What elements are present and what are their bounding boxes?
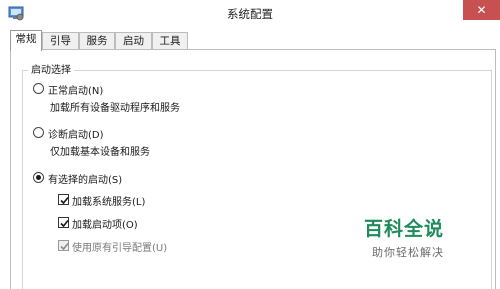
tab-tools[interactable]: 工具 xyxy=(152,32,188,50)
close-icon: ✕ xyxy=(476,3,487,17)
tab-startup[interactable]: 启动 xyxy=(115,32,152,50)
tab-general[interactable]: 常规 xyxy=(10,30,42,51)
diagnostic-startup-label[interactable]: 诊断启动(D) xyxy=(48,126,104,141)
load-startup-items-checkbox[interactable] xyxy=(58,217,69,228)
selective-startup-label[interactable]: 有选择的启动(S) xyxy=(48,171,122,186)
selective-startup-radio[interactable] xyxy=(33,172,44,183)
use-original-boot-config-checkbox xyxy=(58,240,69,251)
watermark-logo-text: 百科全说 xyxy=(364,218,445,240)
load-startup-items-label[interactable]: 加载启动项(O) xyxy=(72,216,138,231)
normal-startup-description: 加载所有设备驱动程序和服务 xyxy=(50,103,180,114)
load-system-services-label[interactable]: 加载系统服务(L) xyxy=(72,193,145,208)
close-button[interactable]: ✕ xyxy=(463,0,500,20)
diagnostic-startup-radio[interactable] xyxy=(33,127,44,138)
diagnostic-startup-description: 仅加载基本设备和服务 xyxy=(50,147,150,158)
use-original-boot-config-label: 使用原有引导配置(U) xyxy=(72,243,168,254)
load-system-services-checkbox[interactable] xyxy=(58,194,69,205)
check-icon xyxy=(60,196,69,205)
normal-startup-radio[interactable] xyxy=(33,83,44,94)
tab-services[interactable]: 服务 xyxy=(79,32,115,50)
startup-selection-legend: 启动选择 xyxy=(28,61,74,76)
title-bar: 系统配置 ✕ xyxy=(0,0,500,28)
check-icon xyxy=(60,242,69,251)
watermark-slogan: 助你轻松解决 xyxy=(372,246,444,259)
tab-boot[interactable]: 引导 xyxy=(42,32,79,50)
window-title: 系统配置 xyxy=(227,7,273,21)
normal-startup-label[interactable]: 正常启动(N) xyxy=(48,82,103,97)
check-icon xyxy=(60,219,69,228)
